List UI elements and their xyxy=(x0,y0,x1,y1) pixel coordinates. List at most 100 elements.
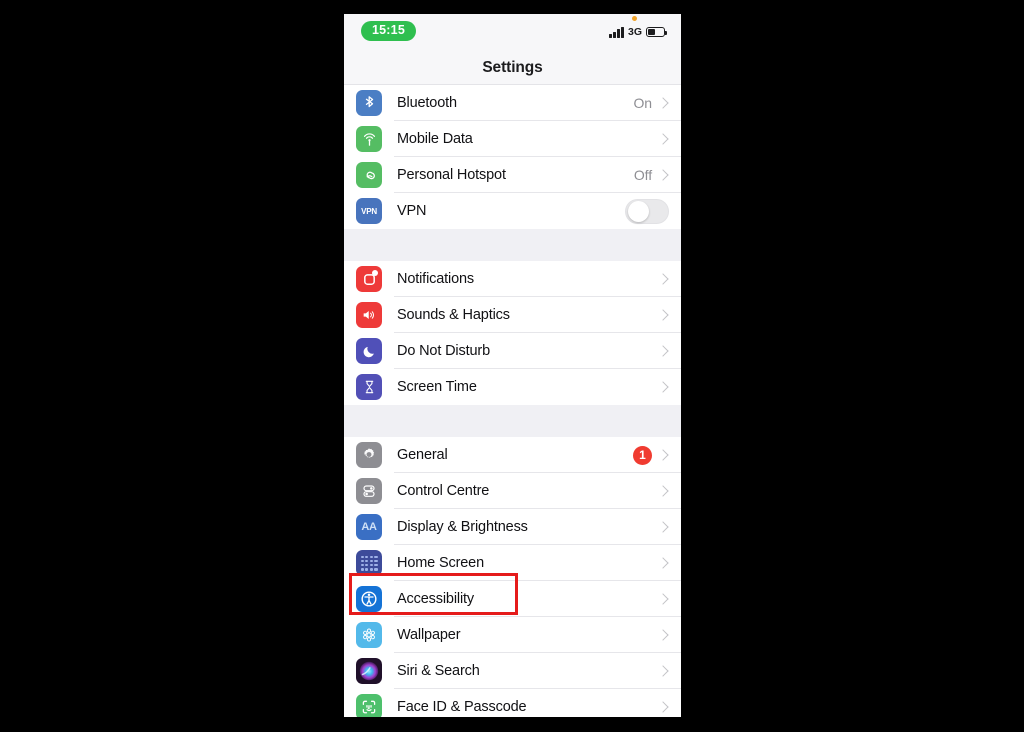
settings-row-display-brightness[interactable]: AA Display & Brightness xyxy=(344,509,681,545)
settings-row-general[interactable]: General 1 xyxy=(344,437,681,473)
settings-row-label: Accessibility xyxy=(397,591,475,607)
settings-row-label: Personal Hotspot xyxy=(397,167,506,183)
wallpaper-icon xyxy=(356,622,382,648)
bluetooth-icon xyxy=(356,90,382,116)
settings-row-siri-search[interactable]: Siri & Search xyxy=(344,653,681,689)
settings-group-alerts: Notifications Sounds & Haptics Do Not Di… xyxy=(344,261,681,405)
cellular-icon xyxy=(356,126,382,152)
settings-row-mobile-data[interactable]: Mobile Data xyxy=(344,121,681,157)
screenshot-stage: 15:15 3G Settings Bluetooth On Mobile Da… xyxy=(0,0,1024,732)
cellular-bars-icon xyxy=(609,26,624,38)
settings-row-accessory xyxy=(657,701,681,713)
moon-icon xyxy=(356,338,382,364)
settings-row-label: Wallpaper xyxy=(397,627,461,643)
status-bar: 15:15 3G xyxy=(344,14,681,52)
settings-group-system: General 1 Control Centre AA Display & Br… xyxy=(344,437,681,717)
settings-row-accessibility[interactable]: Accessibility xyxy=(344,581,681,617)
settings-row-accessory xyxy=(652,133,681,145)
chevron-right-icon xyxy=(657,309,669,321)
settings-row-accessory xyxy=(657,485,681,497)
settings-row-accessory xyxy=(625,198,681,224)
settings-row-vpn[interactable]: VPN VPN xyxy=(344,193,681,229)
settings-row-label: Do Not Disturb xyxy=(397,343,490,359)
settings-row-label: Screen Time xyxy=(397,379,477,395)
phone-screen: 15:15 3G Settings Bluetooth On Mobile Da… xyxy=(344,14,681,717)
home-screen-icon xyxy=(356,550,382,576)
accessibility-icon xyxy=(356,586,382,612)
settings-row-bluetooth[interactable]: Bluetooth On xyxy=(344,85,681,121)
chevron-right-icon xyxy=(657,133,669,145)
chevron-right-icon xyxy=(657,449,669,461)
network-type-label: 3G xyxy=(627,25,642,38)
nav-bar: Settings xyxy=(344,52,681,85)
settings-row-label: General xyxy=(397,447,448,463)
settings-row-label: Face ID & Passcode xyxy=(397,699,527,715)
settings-row-wallpaper[interactable]: Wallpaper xyxy=(344,617,681,653)
chevron-right-icon xyxy=(657,345,669,357)
settings-row-notifications[interactable]: Notifications xyxy=(344,261,681,297)
hotspot-icon xyxy=(356,162,382,188)
settings-row-accessory xyxy=(657,273,681,285)
chevron-right-icon xyxy=(657,521,669,533)
vpn-toggle[interactable] xyxy=(625,198,669,224)
settings-row-screen-time[interactable]: Screen Time xyxy=(344,369,681,405)
settings-row-sounds-haptics[interactable]: Sounds & Haptics xyxy=(344,297,681,333)
chevron-right-icon xyxy=(657,557,669,569)
status-badge: 1 xyxy=(633,445,652,465)
settings-row-label: Siri & Search xyxy=(397,663,480,679)
settings-row-accessory: On xyxy=(634,95,681,111)
settings-list: Bluetooth On Mobile Data Personal Hotspo… xyxy=(344,85,681,717)
notifications-icon xyxy=(356,266,382,292)
settings-row-label: Mobile Data xyxy=(397,131,473,147)
settings-row-label: Bluetooth xyxy=(397,95,457,111)
siri-icon xyxy=(356,658,382,684)
sliders-icon xyxy=(356,478,382,504)
chevron-right-icon xyxy=(657,97,669,109)
chevron-right-icon xyxy=(657,665,669,677)
chevron-right-icon xyxy=(657,169,669,181)
settings-row-label: Display & Brightness xyxy=(397,519,528,535)
status-bar-time: 15:15 xyxy=(361,21,416,41)
group-gap xyxy=(344,405,681,437)
vpn-icon: VPN xyxy=(356,198,382,224)
settings-row-control-centre[interactable]: Control Centre xyxy=(344,473,681,509)
settings-row-accessory xyxy=(657,557,681,569)
chevron-right-icon xyxy=(657,485,669,497)
settings-row-personal-hotspot[interactable]: Personal Hotspot Off xyxy=(344,157,681,193)
settings-row-label: Control Centre xyxy=(397,483,490,499)
settings-row-accessory xyxy=(657,381,681,393)
settings-row-label: VPN xyxy=(397,203,427,219)
settings-row-accessory: Off xyxy=(634,167,681,183)
group-gap xyxy=(344,229,681,261)
settings-row-label: Notifications xyxy=(397,271,475,287)
sounds-icon xyxy=(356,302,382,328)
settings-row-label: Home Screen xyxy=(397,555,484,571)
settings-row-accessory xyxy=(657,665,681,677)
chevron-right-icon xyxy=(657,701,669,713)
settings-row-label: Sounds & Haptics xyxy=(397,307,510,323)
settings-row-accessory xyxy=(657,629,681,641)
page-title: Settings xyxy=(482,59,543,76)
chevron-right-icon xyxy=(657,593,669,605)
settings-row-accessory xyxy=(657,309,681,321)
settings-row-value: Off xyxy=(633,167,652,183)
settings-row-value: On xyxy=(633,95,653,111)
hourglass-icon xyxy=(356,374,382,400)
toggle-knob xyxy=(627,200,649,222)
chevron-right-icon xyxy=(657,629,669,641)
recording-indicator-icon xyxy=(632,16,637,21)
home-grid-art xyxy=(360,555,378,571)
settings-row-accessory xyxy=(657,593,681,605)
gear-icon xyxy=(356,442,382,468)
settings-row-do-not-disturb[interactable]: Do Not Disturb xyxy=(344,333,681,369)
settings-row-accessory: 1 xyxy=(633,445,681,465)
settings-row-accessory xyxy=(657,521,681,533)
settings-row-home-screen[interactable]: Home Screen xyxy=(344,545,681,581)
display-icon: AA xyxy=(356,514,382,540)
status-bar-right: 3G xyxy=(609,24,668,40)
face-id-icon xyxy=(356,694,382,717)
settings-row-accessory xyxy=(657,345,681,357)
settings-row-face-id-passcode[interactable]: Face ID & Passcode xyxy=(344,689,681,717)
chevron-right-icon xyxy=(657,273,669,285)
chevron-right-icon xyxy=(657,381,669,393)
